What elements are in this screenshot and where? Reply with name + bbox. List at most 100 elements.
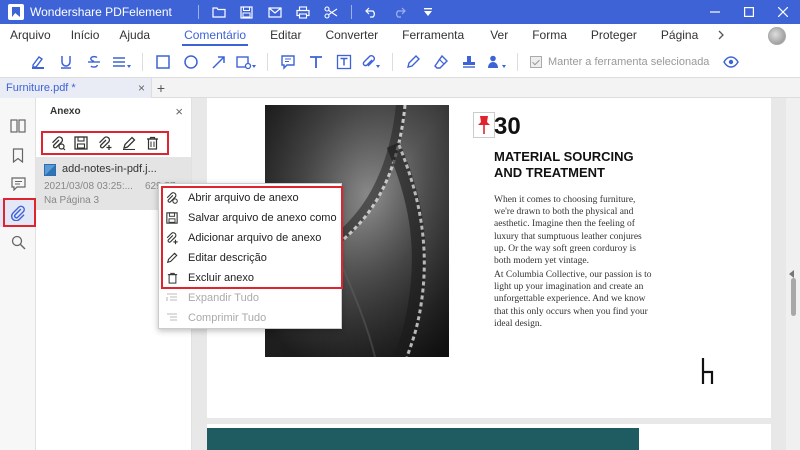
scroll-thumb[interactable]: [791, 278, 796, 316]
collapse-icon: [165, 311, 179, 325]
attachment-dropdown-icon[interactable]: [358, 48, 386, 76]
text-box-icon[interactable]: [330, 48, 358, 76]
eraser-icon[interactable]: [427, 48, 455, 76]
attachment-file-name: add-notes-in-pdf.j...: [62, 163, 157, 175]
close-window-icon[interactable]: [766, 0, 800, 24]
keep-tool-selected-option[interactable]: Manter a ferramenta selecionada: [530, 55, 710, 68]
menu-arquivo[interactable]: Arquivo: [0, 24, 61, 46]
title-bar: Wondershare PDFelement: [0, 0, 800, 24]
add-attachment-icon[interactable]: [96, 134, 114, 152]
maximize-icon[interactable]: [732, 0, 766, 24]
menu-ver[interactable]: Ver: [480, 24, 518, 46]
open-attachment-icon[interactable]: [49, 134, 67, 152]
window-controls: [698, 0, 800, 24]
avatar[interactable]: [768, 27, 786, 45]
menu-item-label: Salvar arquivo de anexo como: [188, 212, 337, 224]
toolbar-separator: [267, 52, 268, 71]
menu-item-label: Excluir anexo: [188, 272, 255, 284]
scissors-icon[interactable]: [317, 0, 345, 24]
rectangle-icon[interactable]: [149, 48, 177, 76]
arrow-icon[interactable]: [205, 48, 233, 76]
undo-icon[interactable]: [358, 0, 386, 24]
close-tab-icon[interactable]: ×: [138, 81, 145, 95]
minimize-icon[interactable]: [698, 0, 732, 24]
pdf-page-next: [207, 424, 771, 450]
save-icon: [165, 211, 179, 225]
comment-toolbar: Manter a ferramenta selecionada: [0, 46, 800, 78]
thumbnails-icon[interactable]: [0, 112, 36, 140]
menu-editar[interactable]: Editar: [260, 24, 311, 46]
menu-delete-attachment[interactable]: Excluir anexo: [159, 268, 341, 288]
delete-attachment-icon[interactable]: [143, 134, 161, 152]
menu-converter[interactable]: Converter: [315, 24, 388, 46]
image-file-icon: [44, 164, 56, 176]
note-icon[interactable]: [274, 48, 302, 76]
menu-expand-all[interactable]: Expandir Tudo: [159, 288, 341, 308]
stamp-icon[interactable]: [455, 48, 483, 76]
bookmark-icon[interactable]: [0, 141, 36, 169]
add-attachment-icon: [165, 231, 179, 245]
panel-title: Anexo: [50, 106, 81, 117]
folder-icon[interactable]: [205, 0, 233, 24]
menu-item-label: Adicionar arquivo de anexo: [188, 232, 322, 244]
keep-tool-label: Manter a ferramenta selecionada: [548, 55, 710, 68]
attachment-context-menu: Abrir arquivo de anexo Salvar arquivo de…: [158, 183, 343, 329]
print-icon[interactable]: [289, 0, 317, 24]
keep-tool-checkbox[interactable]: [530, 55, 542, 68]
menu-add-attachment[interactable]: Adicionar arquivo de anexo: [159, 228, 341, 248]
menu-inicio[interactable]: Início: [61, 24, 110, 46]
text-lines-dropdown-icon[interactable]: [108, 48, 136, 76]
section-number: 30: [494, 113, 521, 140]
teal-band: [207, 428, 639, 450]
search-icon[interactable]: [0, 228, 36, 256]
close-panel-icon[interactable]: ×: [175, 104, 183, 119]
quick-access-dropdown-icon[interactable]: [414, 0, 442, 24]
redo-icon[interactable]: [386, 0, 414, 24]
vertical-scrollbar[interactable]: [786, 98, 800, 450]
app-logo-icon: [8, 4, 24, 20]
app-title: Wondershare PDFelement: [30, 5, 172, 19]
menu-bar: Arquivo Início Ajuda Comentário Editar C…: [0, 24, 800, 46]
scroll-arrow-icon[interactable]: [789, 270, 794, 278]
menu-collapse-all[interactable]: Comprimir Tudo: [159, 308, 341, 328]
chevron-right-icon[interactable]: [708, 24, 735, 46]
menu-item-label: Expandir Tudo: [188, 292, 259, 304]
comments-icon[interactable]: [0, 170, 36, 198]
title-separator: [197, 5, 199, 19]
chair-icon: [700, 356, 714, 386]
section-heading: MATERIAL SOURCING AND TREATMENT: [494, 149, 634, 180]
highlight-icon[interactable]: [24, 48, 52, 76]
save-attachment-icon[interactable]: [72, 134, 90, 152]
tab-label: Furniture.pdf *: [6, 82, 76, 94]
signature-dropdown-icon[interactable]: [483, 48, 511, 76]
pencil-icon: [165, 251, 179, 265]
mail-icon[interactable]: [261, 0, 289, 24]
tab-furniture-pdf[interactable]: Furniture.pdf * ×: [0, 78, 152, 98]
menu-save-attachment[interactable]: Salvar arquivo de anexo como: [159, 208, 341, 228]
menu-pagina[interactable]: Página: [651, 24, 708, 46]
strikethrough-icon[interactable]: [80, 48, 108, 76]
toolbar-separator: [142, 52, 143, 71]
attachment-page: Na Página 3: [44, 195, 100, 206]
save-icon[interactable]: [233, 0, 261, 24]
menu-ferramenta[interactable]: Ferramenta: [392, 24, 474, 46]
menu-open-attachment[interactable]: Abrir arquivo de anexo: [159, 188, 341, 208]
pencil-icon[interactable]: [399, 48, 427, 76]
underline-icon[interactable]: [52, 48, 80, 76]
text-icon[interactable]: [302, 48, 330, 76]
menu-comentario[interactable]: Comentário: [174, 24, 256, 46]
menu-edit-description[interactable]: Editar descrição: [159, 248, 341, 268]
attachment-pin-icon[interactable]: [473, 112, 495, 138]
menu-item-label: Abrir arquivo de anexo: [188, 192, 299, 204]
attachment-date: 2021/03/08 03:25:...: [44, 181, 133, 192]
title-separator: [350, 5, 352, 19]
eye-icon[interactable]: [717, 48, 745, 76]
shapes-dropdown-icon[interactable]: [233, 48, 261, 76]
menu-ajuda[interactable]: Ajuda: [109, 24, 160, 46]
edit-description-icon[interactable]: [120, 134, 138, 152]
menu-proteger[interactable]: Proteger: [581, 24, 647, 46]
menu-forma[interactable]: Forma: [522, 24, 577, 46]
add-tab-button[interactable]: +: [152, 78, 170, 98]
toolbar-separator: [517, 52, 518, 71]
oval-icon[interactable]: [177, 48, 205, 76]
